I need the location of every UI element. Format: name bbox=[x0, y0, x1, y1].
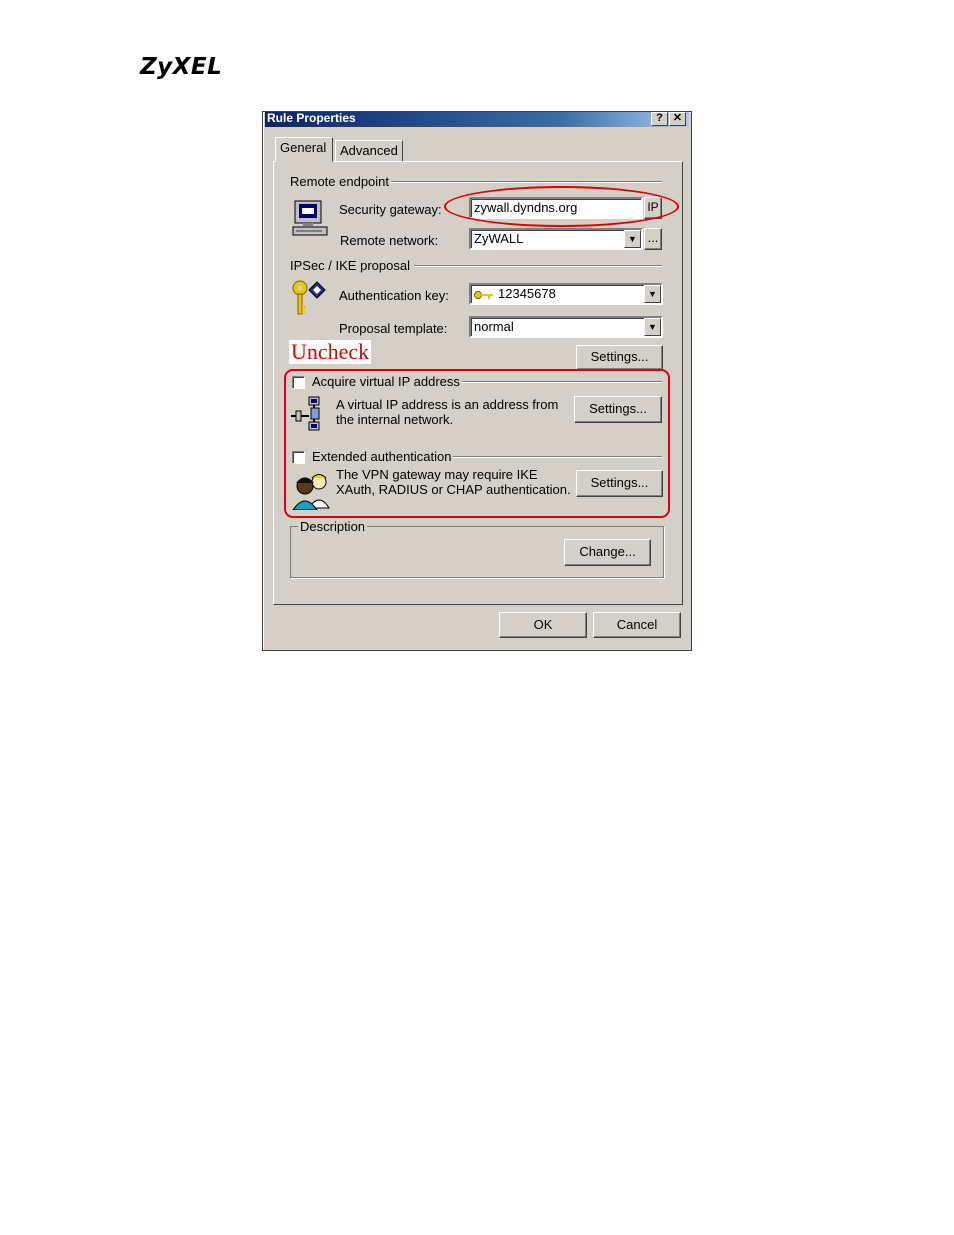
chevron-down-icon[interactable]: ▼ bbox=[644, 285, 661, 303]
ok-button[interactable]: OK bbox=[499, 612, 587, 638]
remote-network-value: ZyWALL bbox=[474, 231, 524, 246]
key-icon bbox=[474, 291, 493, 299]
remote-endpoint-divider bbox=[391, 181, 662, 183]
window-title: Rule Properties bbox=[267, 112, 356, 125]
remote-network-label: Remote network: bbox=[340, 233, 439, 248]
zyxel-logo: ZyXEL bbox=[140, 54, 223, 80]
security-gateway-label: Security gateway: bbox=[339, 202, 442, 217]
cancel-button[interactable]: Cancel bbox=[593, 612, 681, 638]
close-button[interactable]: ✕ bbox=[669, 112, 686, 126]
remote-network-select[interactable]: ZyWALL ▼ bbox=[469, 228, 643, 250]
browse-button[interactable]: ... bbox=[644, 228, 662, 250]
help-button[interactable]: ? bbox=[651, 112, 668, 126]
proposal-template-label: Proposal template: bbox=[339, 321, 448, 336]
ipsec-group-label: IPSec / IKE proposal bbox=[290, 258, 410, 273]
proposal-template-select[interactable]: normal ▼ bbox=[469, 316, 663, 338]
chevron-down-icon[interactable]: ▼ bbox=[644, 318, 661, 336]
computer-icon bbox=[292, 200, 328, 236]
uncheck-highlight-box bbox=[284, 369, 670, 518]
auth-key-label: Authentication key: bbox=[339, 288, 449, 303]
proposal-template-value: normal bbox=[474, 319, 514, 334]
change-button[interactable]: Change... bbox=[564, 539, 651, 566]
ipsec-settings-button[interactable]: Settings... bbox=[576, 345, 663, 370]
auth-key-select[interactable]: 12345678 ▼ bbox=[469, 283, 663, 305]
keys-icon bbox=[292, 280, 326, 315]
uncheck-annotation: Uncheck bbox=[289, 339, 372, 364]
chevron-down-icon[interactable]: ▼ bbox=[624, 230, 641, 248]
tab-general[interactable]: General bbox=[275, 137, 333, 162]
security-gateway-highlight bbox=[444, 186, 679, 227]
auth-key-value: 12345678 bbox=[498, 286, 556, 301]
title-bar[interactable]: Rule Properties ? ✕ bbox=[265, 112, 689, 127]
remote-endpoint-group-label: Remote endpoint bbox=[290, 174, 390, 189]
tab-advanced[interactable]: Advanced bbox=[335, 140, 403, 162]
ipsec-divider bbox=[414, 265, 662, 267]
description-group-label: Description bbox=[298, 519, 368, 534]
